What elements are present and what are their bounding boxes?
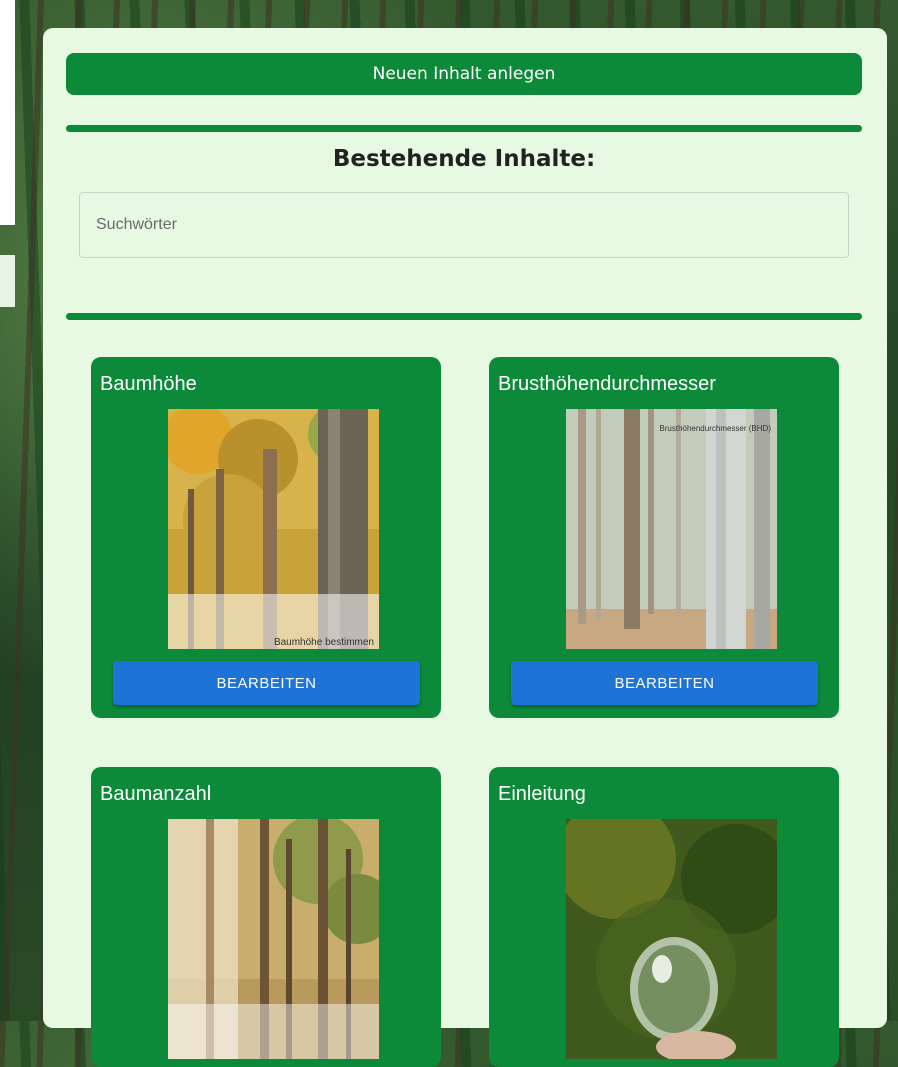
card-image: Brusthöhendurchmesser (BHD): [566, 409, 777, 649]
card-image-caption: Brusthöhendurchmesser (BHD): [659, 424, 771, 433]
background-edge: [0, 0, 15, 225]
content-card: Einleitung: [489, 767, 839, 1067]
section-title: Bestehende Inhalte:: [332, 146, 596, 172]
search-input[interactable]: [79, 192, 849, 258]
card-image: [168, 819, 379, 1059]
card-image: Baumhöhe bestimmen: [168, 409, 379, 649]
content-card: Baumanzahl: [91, 767, 441, 1067]
card-title: Brusthöhendurchmesser: [498, 373, 716, 395]
new-content-button[interactable]: Neuen Inhalt anlegen: [66, 53, 862, 95]
content-card: Brusthöhendurchmesser Brusthöhendurchmes…: [489, 357, 839, 718]
card-image: [566, 819, 777, 1059]
card-title: Einleitung: [498, 783, 586, 805]
background-edge-strip: [0, 255, 15, 307]
bottom-divider: [66, 313, 862, 320]
card-title: Baumanzahl: [100, 783, 212, 805]
edit-button[interactable]: BEARBEITEN: [113, 661, 420, 705]
card-title: Baumhöhe: [100, 373, 197, 395]
top-divider: [66, 125, 862, 132]
content-card: Baumhöhe Baumhöhe bestimmen BEARBEITEN: [91, 357, 441, 718]
card-image-caption: Baumhöhe bestimmen: [274, 637, 374, 648]
content-panel: Neuen Inhalt anlegen Bestehende Inhalte:…: [43, 28, 887, 1067]
edit-button[interactable]: BEARBEITEN: [511, 661, 818, 705]
